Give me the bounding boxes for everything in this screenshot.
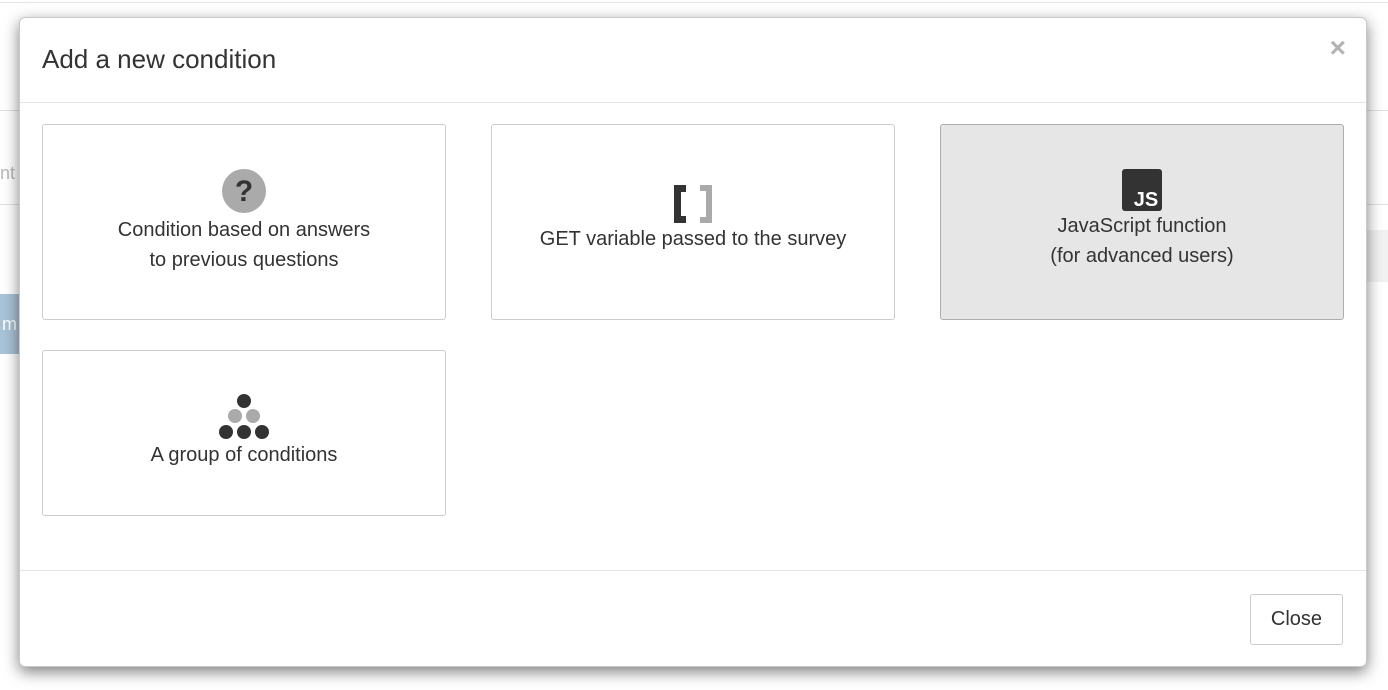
dialog-title: Add a new condition [42,44,277,74]
option-label: Condition based on answers to previous q… [117,219,371,271]
dialog-header: Add a new condition × [20,18,1366,103]
svg-text:JS: JS [1134,189,1158,211]
dialog-footer: Close [20,570,1366,667]
option-condition-group[interactable]: A group of conditions [42,350,446,516]
close-button[interactable]: Close [1250,594,1343,645]
close-icon[interactable]: × [1330,34,1346,62]
page-button-text-fragment: m [2,314,17,334]
page-top-border [0,2,1388,3]
dots-group-icon [43,394,445,440]
option-label: A group of conditions [150,444,338,466]
option-get-variable[interactable]: GET variable passed to the survey [491,124,895,320]
question-circle-icon: ? [43,169,445,213]
option-javascript-function[interactable]: JS JavaScript function (for advanced use… [940,124,1344,320]
add-condition-dialog: Add a new condition × ? Condition based … [19,17,1367,667]
page-text-fragment: nt [0,163,16,183]
js-icon: JS [941,169,1343,211]
brackets-icon [492,184,894,224]
svg-text:?: ? [235,175,253,208]
option-label: JavaScript function (for advanced users) [1050,215,1234,267]
option-label: GET variable passed to the survey [539,228,847,250]
option-answer-condition[interactable]: ? Condition based on answers to previous… [42,124,446,320]
